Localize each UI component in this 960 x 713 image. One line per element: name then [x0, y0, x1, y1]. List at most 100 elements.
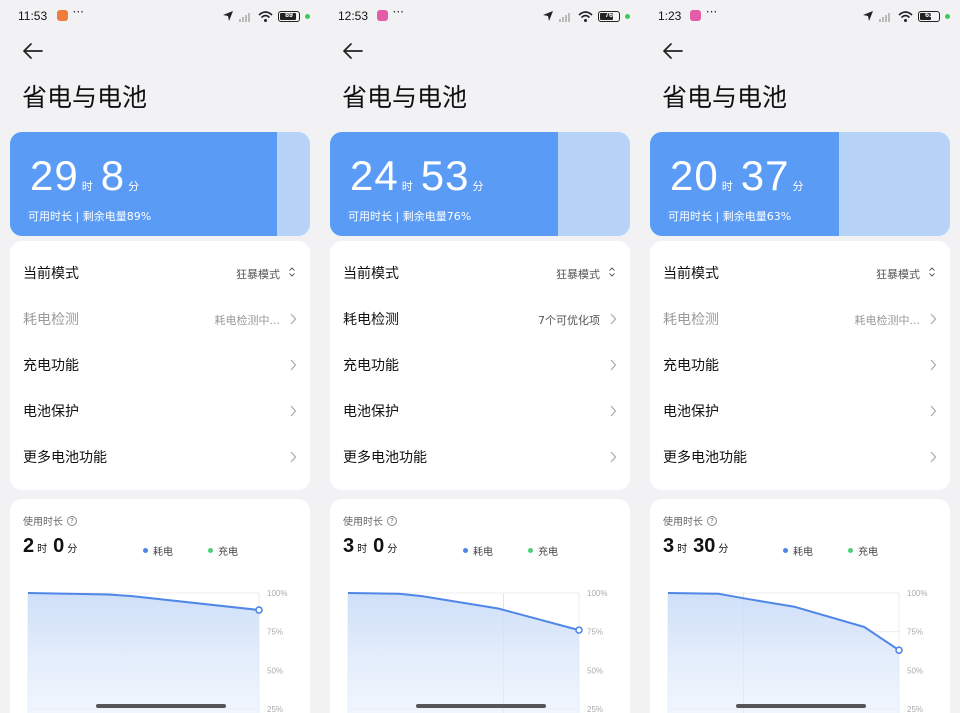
battery-level-chart: 100% 75% 50% 25%	[27, 589, 287, 713]
menu-row[interactable]: 电池保护	[330, 388, 630, 434]
remaining-time: 24 时 53 分	[350, 154, 491, 198]
notification-app-icon	[376, 10, 388, 21]
legend-drain-label: 耗电	[793, 547, 813, 558]
usage-label: 使用时长?	[663, 513, 717, 528]
minutes-unit: 分	[792, 180, 804, 193]
y-tick-label: 100%	[587, 589, 607, 598]
status-bar: 1:23 ··· 63	[640, 0, 960, 32]
chevron-right-icon	[930, 451, 937, 463]
battery-icon: 63	[918, 10, 940, 22]
menu-row-label: 电池保护	[23, 404, 79, 420]
wifi-icon	[898, 10, 913, 22]
chevron-right-icon	[610, 313, 617, 325]
status-bar: 11:53 ··· 89	[0, 0, 320, 32]
location-icon	[863, 11, 873, 21]
up-down-chevron-icon	[609, 267, 615, 277]
menu-row-value: 耗电检测中...	[854, 314, 921, 327]
status-time: 11:53	[18, 9, 48, 23]
remaining-minutes: 8	[100, 152, 126, 199]
y-tick-label: 100%	[907, 589, 927, 598]
battery-settings-menu: 当前模式 狂暴模式 耗电检测 耗电检测中... 充电功能电池保护更多电池功能	[650, 241, 950, 490]
menu-row[interactable]: 更多电池功能	[10, 434, 310, 480]
battery-summary-card: 20 时 37 分可用时长 | 剩余电量63%	[650, 132, 950, 236]
usage-minutes: 30	[693, 535, 716, 557]
phone-screen-1: 11:53 ··· 89 省电与电池 29 时 8 分可用时长 | 剩余电量89% 当前模式 狂暴…	[0, 0, 320, 713]
remaining-hours: 24	[350, 152, 399, 199]
menu-row[interactable]: 充电功能	[10, 342, 310, 388]
menu-row[interactable]: 电池保护	[10, 388, 310, 434]
legend-charge-dot	[528, 548, 533, 553]
menu-row[interactable]: 更多电池功能	[650, 434, 950, 480]
menu-row[interactable]: 当前模式 狂暴模式	[10, 250, 310, 296]
legend-charge: 充电	[528, 543, 558, 558]
menu-row[interactable]: 耗电检测 7个可优化项	[330, 296, 630, 342]
chevron-right-icon	[930, 313, 937, 325]
usage-label: 使用时长?	[343, 513, 397, 528]
menu-row-label: 当前模式	[23, 266, 79, 282]
menu-row-label: 充电功能	[663, 358, 719, 374]
usage-duration-card: 使用时长? 2 时 0 分耗电 充电 100% 75% 50% 25%	[10, 499, 310, 713]
menu-row[interactable]: 更多电池功能	[330, 434, 630, 480]
chevron-right-icon	[930, 359, 937, 371]
usage-duration: 3 时 30 分	[663, 535, 734, 558]
usage-minutes: 0	[53, 535, 65, 557]
battery-subtitle: 可用时长 | 剩余电量89%	[28, 210, 152, 223]
privacy-indicator-dot	[625, 13, 630, 19]
menu-row-label: 电池保护	[663, 404, 719, 420]
menu-row-label: 当前模式	[343, 266, 399, 282]
battery-level-chart: 100% 75% 50% 25%	[347, 589, 607, 713]
menu-row[interactable]: 电池保护	[650, 388, 950, 434]
usage-hours: 2	[23, 535, 35, 557]
notification-app-icon	[56, 10, 68, 21]
battery-icon: 89	[278, 10, 300, 22]
menu-row-label: 耗电检测	[23, 312, 79, 328]
minutes-unit: 分	[128, 180, 140, 193]
legend-drain: 耗电	[143, 543, 173, 558]
y-tick-label: 25%	[907, 705, 923, 713]
back-arrow-icon[interactable]	[662, 42, 684, 60]
usage-label-text: 使用时长	[663, 517, 703, 528]
wifi-icon	[258, 10, 273, 22]
legend-drain-label: 耗电	[153, 547, 173, 558]
menu-row-label: 更多电池功能	[663, 450, 747, 466]
signal-icon	[559, 12, 570, 22]
back-arrow-icon[interactable]	[342, 42, 364, 60]
home-indicator[interactable]	[416, 704, 546, 708]
up-down-chevron-icon	[929, 267, 935, 277]
battery-settings-menu: 当前模式 狂暴模式 耗电检测 耗电检测中... 充电功能电池保护更多电池功能	[10, 241, 310, 490]
chevron-right-icon	[290, 359, 297, 371]
hours-unit: 时	[401, 180, 413, 193]
privacy-indicator-dot	[305, 13, 310, 19]
menu-row[interactable]: 当前模式 狂暴模式	[330, 250, 630, 296]
remaining-hours: 29	[30, 152, 79, 199]
help-icon[interactable]: ?	[707, 515, 717, 526]
usage-duration-card: 使用时长? 3 时 30 分 耗电 充电 100% 75% 50% 25%	[650, 499, 950, 713]
menu-row[interactable]: 耗电检测 耗电检测中...	[650, 296, 950, 342]
home-indicator[interactable]	[96, 704, 226, 708]
menu-row-label: 充电功能	[343, 358, 399, 374]
location-icon	[543, 11, 553, 21]
help-icon[interactable]: ?	[387, 515, 397, 526]
y-tick-label: 50%	[907, 666, 923, 675]
usage-duration: 2时0分	[23, 535, 83, 558]
menu-row[interactable]: 当前模式 狂暴模式	[650, 250, 950, 296]
menu-row[interactable]: 充电功能	[330, 342, 630, 388]
status-icons: 89	[222, 9, 310, 23]
usage-hours-unit: 时	[677, 544, 688, 555]
home-indicator[interactable]	[736, 704, 866, 708]
menu-row[interactable]: 充电功能	[650, 342, 950, 388]
back-arrow-icon[interactable]	[22, 42, 44, 60]
help-icon[interactable]: ?	[67, 515, 77, 526]
menu-row[interactable]: 耗电检测 耗电检测中...	[10, 296, 310, 342]
battery-summary-card: 24 时 53 分可用时长 | 剩余电量76%	[330, 132, 630, 236]
usage-duration: 3时0分	[343, 535, 403, 558]
menu-row-label: 耗电检测	[343, 312, 399, 328]
usage-hours-unit: 时	[357, 544, 368, 555]
status-bar: 12:53 ··· 76	[320, 0, 640, 32]
signal-icon	[879, 12, 890, 22]
legend-charge: 充电	[848, 543, 878, 558]
current-level-point	[255, 606, 263, 614]
hours-unit: 时	[721, 180, 733, 193]
wifi-icon	[578, 10, 593, 22]
y-tick-label: 50%	[587, 666, 603, 675]
